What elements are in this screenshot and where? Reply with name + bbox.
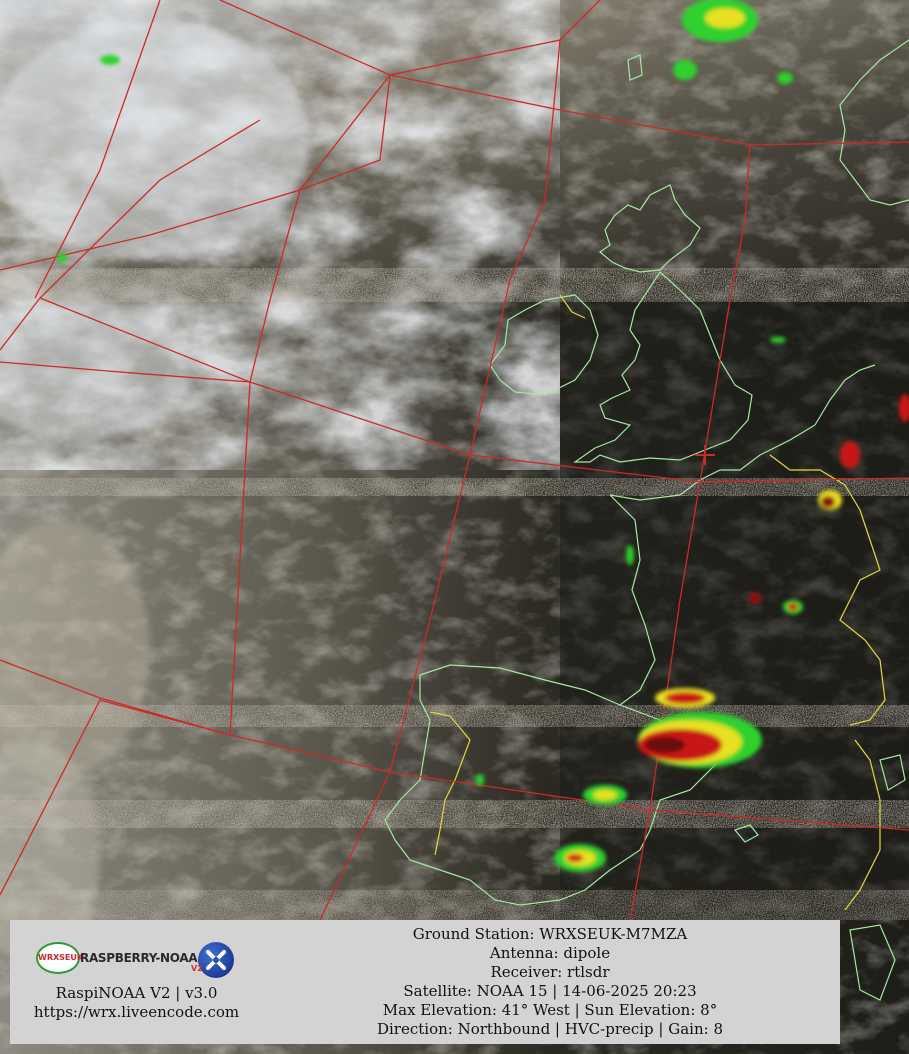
receiver: Receiver: rtlsdr	[490, 963, 610, 981]
satellite-and-time: Satellite: NOAA 15 | 14-06-2025 20:23	[403, 982, 697, 1000]
antenna: Antenna: dipole	[489, 944, 611, 962]
logo-block: WRXSEUK RASPBERRY-NOAA V2 RaspiNOAA V2 |…	[10, 920, 275, 1044]
website-url: https://wrx.liveencode.com	[33, 1003, 240, 1021]
satellite-x-icon	[198, 942, 234, 978]
version-badge: V2	[191, 964, 203, 973]
logo-row: WRXSEUK RASPBERRY-NOAA V2	[36, 940, 256, 980]
direction-mode-gain: Direction: Northbound | HVC-precip | Gai…	[376, 1020, 724, 1038]
satellite-image	[0, 0, 909, 1054]
pass-details: Ground Station: WRXSEUK-M7MZA Antenna: d…	[350, 925, 750, 1039]
software-version: RaspiNOAA V2 | v3.0	[55, 984, 218, 1002]
ground-station: Ground Station: WRXSEUK-M7MZA	[412, 925, 688, 943]
wrxseuk-logo: WRXSEUK	[36, 942, 83, 974]
info-panel: WRXSEUK RASPBERRY-NOAA V2 RaspiNOAA V2 |…	[10, 920, 840, 1044]
raspberry-noaa-logo: RASPBERRY-NOAA	[80, 951, 198, 965]
elevation: Max Elevation: 41° West | Sun Elevation:…	[382, 1001, 718, 1019]
